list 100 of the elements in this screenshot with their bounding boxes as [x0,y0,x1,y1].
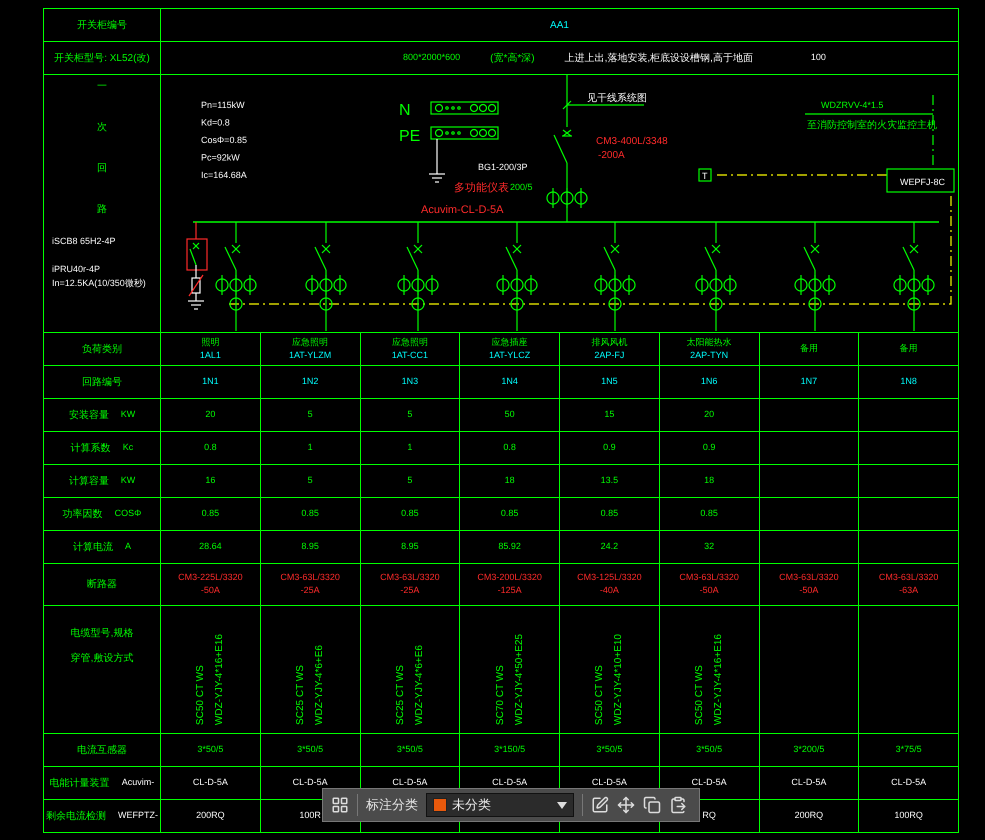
table-value: 0.9 [702,443,716,453]
table-value: 3*50/5 [197,745,224,755]
breaker-rating: -50A [799,586,818,596]
row-label: 计算系数 [70,442,111,454]
row-label: 电缆型号,规格 [70,628,134,639]
row-label: 穿管,敷设方式 [70,653,134,664]
cable-spec: WDZ-YJY-4*16+E16 [713,634,724,725]
load-parameter: Kd=0.8 [201,118,230,128]
spd-model: iSCB8 65H2-4P [52,237,116,247]
table-value: 28.64 [199,542,222,552]
breaker-model: CM3-63L/3320 [779,573,839,583]
monitor-box [886,168,955,193]
table-value: 5 [308,410,313,420]
table-value: 0.85 [600,509,618,519]
row-label: 路 [97,204,107,215]
table-value: 13.5 [600,476,618,486]
install-note: 上进上出,落地安装,柜底设设槽钢,高于地面 [564,52,753,64]
table-value: 20 [704,410,714,420]
load-type: 备用 [900,344,918,354]
edit-icon[interactable] [591,796,609,814]
cabinet-number: AA1 [550,20,569,30]
breaker-rating: -50A [700,586,719,596]
fire-cable-note: 至消防控制室的火灾监控主机 [807,120,937,131]
load-code: 2AP-TYN [690,350,728,360]
earth-label: PE [399,128,420,145]
load-type: 照明 [201,338,220,348]
table-value: 0.85 [202,509,220,519]
load-code: 1AT-YLZM [288,350,332,360]
table-value: 0.85 [401,509,419,519]
unit-label: A [124,542,131,552]
cable-spec: WDZ-YJY-4*6+E6 [314,645,326,725]
table-value: 32 [704,542,714,552]
table-value: 1 [407,443,412,453]
caret-icon [557,802,567,808]
move-icon[interactable] [617,796,635,814]
breaker-rating: -40A [600,586,619,596]
row-label: 安装容量 [68,410,109,420]
unit-label: KW [120,410,136,420]
row-label: 剩余电流检测 [46,810,106,822]
table-value: 8.95 [401,542,419,552]
conduit-spec: SC25 CT WS [394,664,406,725]
breaker-rating: -50A [200,586,220,596]
spd-spec: In=12.5KA(10/350微秒) [52,278,146,289]
main-breaker-model: CM3-400L/3348 [596,136,668,147]
table-value: 3*75/5 [896,745,922,755]
row-label: 开关柜型号: XL52(改) [54,52,150,64]
table-value: 1N7 [800,377,818,387]
incoming-note: 见干线系统图 [587,93,647,104]
table-value: 200RQ [794,811,824,821]
table-value: 16 [205,476,216,486]
sensor-box [698,168,712,182]
unit-label: Kc [122,443,134,453]
paste-icon[interactable] [669,796,687,814]
breaker-model: CM3-125L/3320 [577,573,642,583]
terminal-bar-drawing [430,101,499,115]
breaker-rating: -125A [498,586,522,596]
main-breaker-rating: -200A [598,150,625,161]
table-value: 18 [504,476,515,486]
table-value: RQ [702,811,716,821]
table-value: 1N2 [302,377,318,387]
isolator-model: BG1-200/3P [478,162,528,172]
fire-cable-model: WDZRVV-4*1.5 [821,100,884,110]
breaker-rating: -25A [400,586,420,596]
breaker-rating: -63A [899,586,918,596]
table-value: 24.2 [600,542,618,552]
load-code: 1AT-CC1 [392,350,428,360]
unit-label: WEFPTZ- [118,811,158,821]
load-parameter: Pn=115kW [201,100,245,110]
row-label: 计算容量 [68,476,109,486]
table-value: CL-D-5A [192,778,228,788]
unit-label: KW [120,476,136,486]
table-value: 3*50/5 [596,745,622,755]
table-value: 0.8 [503,443,516,453]
grid-icon[interactable] [331,796,349,814]
conduit-spec: SC50 CT WS [195,664,206,725]
table-value: 1N8 [900,377,917,387]
row-label: 断路器 [87,579,117,590]
table-value: CL-D-5A [791,778,826,788]
row-label: 负荷类别 [82,344,122,354]
row-label: 次 [97,122,107,133]
table-value: CL-D-5A [492,778,528,788]
meter-model: Acuvim-CL-D-5A [421,204,504,216]
toolbar-label: 标注分类 [366,796,418,814]
table-value: CL-D-5A [592,778,627,788]
spd-spec: iPRU40r-4P [52,264,102,275]
load-type: 应急插座 [492,338,528,348]
table-value: 8.95 [301,542,319,552]
table-value: 20 [205,410,216,420]
unit-label: Acuvim- [122,778,154,788]
cable-spec: WDZ-YJY-4*50+E25 [514,634,525,725]
table-value: 18 [704,476,714,486]
row-label: 功率因数 [62,508,103,520]
table-value: 1N5 [601,377,618,387]
category-select[interactable]: 未分类 [426,793,574,817]
table-value: 3*200/5 [793,745,824,755]
table-value: 1 [308,443,313,453]
base-height: 100 [810,53,826,63]
table-value: 1N3 [402,377,418,387]
row-label: 电流互感器 [77,744,127,756]
copy-icon[interactable] [643,796,661,814]
